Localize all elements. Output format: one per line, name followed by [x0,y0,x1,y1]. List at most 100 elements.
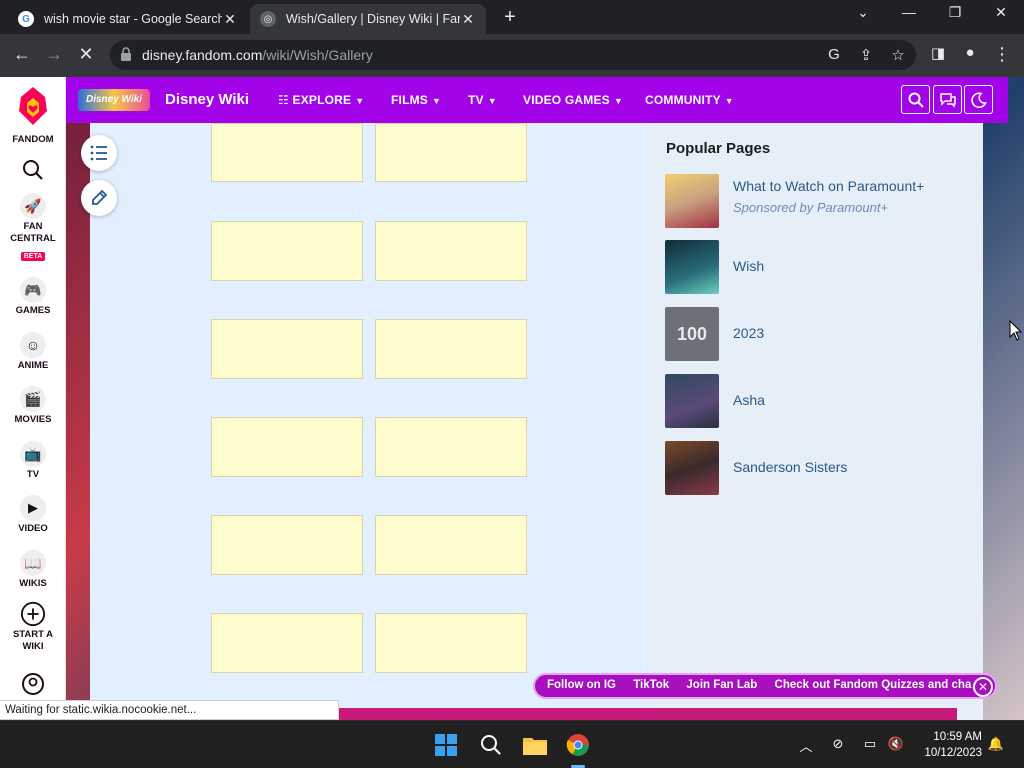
popular-pages-heading: Popular Pages [666,140,771,157]
popular-page-link[interactable]: Sanderson Sisters [733,459,847,475]
gallery-thumbnail[interactable] [375,613,527,673]
chevron-down-icon: ▼ [355,96,365,106]
popular-page-link[interactable]: Asha [733,392,765,408]
clock-time: 10:59 AM [933,731,982,743]
gallery-thumbnail[interactable] [211,319,363,379]
taskbar-search-icon[interactable] [479,733,503,757]
wiki-community-header: Disney Wiki Disney Wiki ☷ EXPLORE ▼ FILMS… [66,77,1008,123]
search-icon [20,157,46,183]
tab-search-chevron-icon[interactable]: ⌄ [848,4,878,21]
gallery-thumbnail[interactable] [375,417,527,477]
stop-loading-icon[interactable]: ✕ [74,44,98,65]
popular-page-thumbnail[interactable] [665,441,719,495]
rail-item-label: WIKIS [19,578,47,589]
windows-start-icon[interactable] [434,733,458,757]
gamepad-icon: 🎮 [20,277,46,303]
popular-page-thumbnail[interactable] [665,174,719,228]
popular-page-thumbnail[interactable]: 100 [665,307,719,361]
rail-item-start-a-wiki[interactable]: START A WIKI [0,601,66,653]
close-tab-icon[interactable]: ✕ [222,11,238,28]
gallery-thumbnail[interactable] [375,515,527,575]
tab-google-search[interactable]: G wish movie star - Google Search ✕ [8,4,248,34]
rail-item-video[interactable]: ▶ VIDEO [0,495,66,535]
nav-explore[interactable]: ☷ EXPLORE ▼ [278,93,364,107]
popular-page-link[interactable]: Wish [733,258,764,274]
google-lens-icon[interactable]: G [824,46,844,63]
share-icon[interactable]: ⇪ [856,46,876,64]
edit-button[interactable] [81,180,117,216]
gallery-thumbnail[interactable] [211,613,363,673]
table-of-contents-button[interactable] [81,135,117,171]
windows-taskbar: ︿ ⊘ ▭ 🔇 10:59 AM 10/12/2023 🔔 [0,720,1024,768]
popular-page-thumbnail[interactable] [665,240,719,294]
pencil-icon [92,189,108,205]
rail-item-label: FAN CENTRAL [10,221,56,244]
promo-link-quizzes[interactable]: Check out Fandom Quizzes and cha [775,679,972,691]
rail-item-wikis[interactable]: 📖 WIKIS [0,550,66,590]
popular-page-link[interactable]: What to Watch on Paramount+ [733,178,924,194]
rail-item-label: GAMES [15,305,51,316]
rail-item-games[interactable]: 🎮 GAMES [0,277,66,317]
address-bar[interactable]: disney.fandom.com/wiki/Wish/Gallery G ⇪ … [110,40,916,70]
gallery-thumbnail[interactable] [211,221,363,281]
nav-video-games[interactable]: VIDEO GAMES ▼ [523,93,623,107]
rail-item-anime[interactable]: ☺ ANIME [0,332,66,372]
promo-link-ig[interactable]: Follow on IG [547,679,616,691]
notification-bell-icon[interactable]: 🔔 [986,736,1006,752]
file-explorer-icon[interactable] [523,733,547,757]
mouse-cursor-icon [1009,320,1023,341]
theme-toggle-button[interactable] [964,85,993,114]
volume-muted-icon[interactable]: 🔇 [886,736,906,752]
popular-page-link[interactable]: 2023 [733,325,764,341]
minimize-button[interactable]: — [894,4,924,20]
new-tab-button[interactable]: + [498,6,522,29]
gallery-thumbnail[interactable] [375,319,527,379]
account-button[interactable] [0,671,66,697]
discussions-icon [939,92,956,108]
gallery-thumbnail[interactable] [375,221,527,281]
tray-overflow-chevron-icon[interactable]: ︿ [796,736,816,755]
side-panel-icon[interactable]: ◨ [926,44,950,62]
network-off-icon[interactable]: ⊘ [828,736,848,752]
back-arrow-icon[interactable]: ← [10,44,34,65]
rail-item-label: ANIME [17,360,49,371]
rocket-icon: 🚀 [20,193,46,219]
wiki-logo[interactable]: Disney Wiki [78,89,150,111]
popular-page-thumbnail[interactable] [665,374,719,428]
url-text: disney.fandom.com/wiki/Wish/Gallery [142,47,373,63]
play-icon: ▶ [20,495,46,521]
wiki-name-link[interactable]: Disney Wiki [165,91,249,108]
tab-wish-gallery[interactable]: ◎ Wish/Gallery | Disney Wiki | Fandom ✕ [250,4,486,34]
bookmark-star-icon[interactable]: ☆ [888,46,908,64]
tab-title: Wish/Gallery | Disney Wiki | Fandom [286,12,460,26]
gallery-thumbnail[interactable] [211,123,363,182]
promo-link-tiktok[interactable]: TikTok [633,679,669,691]
nav-films[interactable]: FILMS ▼ [391,93,441,107]
restore-button[interactable]: ❐ [940,4,970,21]
system-clock[interactable]: 10:59 AM 10/12/2023 [914,729,982,761]
nav-community[interactable]: COMMUNITY ▼ [645,93,734,107]
lock-icon [121,47,131,61]
fandom-home-link[interactable]: FANDOM [0,85,66,146]
search-button[interactable] [0,157,66,183]
nav-tv[interactable]: TV ▼ [468,93,497,107]
rail-item-fan-central[interactable]: 🚀 FAN CENTRAL BETA [0,193,66,263]
rail-item-movies[interactable]: 🎬 MOVIES [0,386,66,426]
close-promo-button[interactable]: ✕ [973,677,993,697]
close-tab-icon[interactable]: ✕ [460,11,476,28]
rail-item-tv[interactable]: 📺 TV [0,441,66,481]
close-window-button[interactable]: ✕ [986,4,1016,21]
menu-kebab-icon[interactable]: ⋮ [990,44,1014,65]
promo-link-fan-lab[interactable]: Join Fan Lab [686,679,757,691]
chevron-down-icon: ▼ [613,96,623,106]
discussions-button[interactable] [933,85,962,114]
forward-arrow-icon[interactable]: → [42,44,66,65]
wiki-search-button[interactable] [901,85,930,114]
gallery-thumbnail[interactable] [211,515,363,575]
chrome-icon[interactable] [566,733,590,757]
gallery-thumbnail[interactable] [211,417,363,477]
display-icon[interactable]: ▭ [860,736,880,752]
gallery-thumbnail[interactable] [375,123,527,182]
profile-icon[interactable]: ● [958,44,982,61]
nav-films-label: FILMS [391,93,428,107]
